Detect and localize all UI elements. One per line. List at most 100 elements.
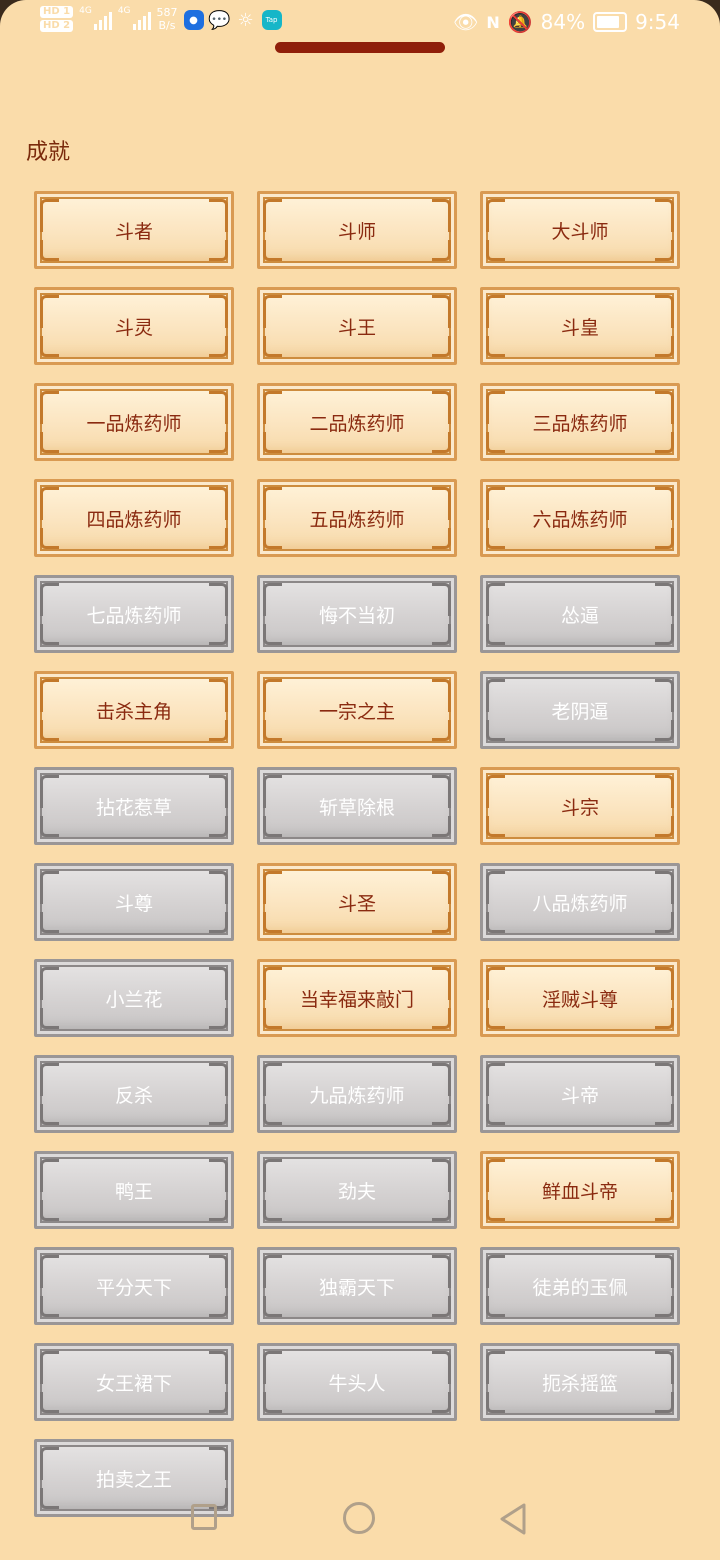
- achievement-tile[interactable]: 斗圣: [257, 863, 457, 941]
- tile-ornament-icon: [263, 1008, 282, 1029]
- achievement-tile[interactable]: 劲夫: [257, 1151, 457, 1229]
- achievement-tile[interactable]: 九品炼药师: [257, 1055, 457, 1133]
- achievement-label: 斗师: [337, 220, 376, 243]
- tile-ornament-icon: [263, 1255, 282, 1288]
- tile-ornament-icon: [486, 679, 505, 712]
- achievement-label: 斗圣: [337, 892, 376, 915]
- tile-ornament-icon: [486, 1255, 505, 1288]
- tile-ornament-icon: [655, 679, 674, 712]
- achievement-tile[interactable]: 老阴逼: [480, 671, 680, 749]
- achievement-tile[interactable]: 拈花惹草: [34, 767, 234, 845]
- achievement-tile[interactable]: 斗者: [34, 191, 234, 269]
- tile-ornament-icon: [655, 1063, 674, 1096]
- achievement-tile[interactable]: 三品炼药师: [480, 383, 680, 461]
- achievement-label: 鲜血斗帝: [541, 1180, 618, 1203]
- tile-ornament-icon: [655, 720, 674, 741]
- achievement-tile[interactable]: 四品炼药师: [34, 479, 234, 557]
- achievement-tile[interactable]: 鲜血斗帝: [480, 1151, 680, 1229]
- achievement-label: 七品炼药师: [86, 604, 182, 627]
- achievement-tile[interactable]: 大斗师: [480, 191, 680, 269]
- achievement-tile[interactable]: 鸭王: [34, 1151, 234, 1229]
- tile-ornament-icon: [486, 1008, 505, 1029]
- achievement-label: 大斗师: [551, 220, 609, 243]
- tile-ornament-icon: [263, 816, 282, 837]
- back-triangle-icon[interactable]: [498, 1502, 528, 1536]
- tile-ornament-icon: [263, 1296, 282, 1317]
- status-left: HD 1 HD 2 4G 4G 587 B/s ● 💬 ☼ Tap: [40, 6, 282, 32]
- sim-indicators: HD 1 HD 2: [40, 6, 74, 32]
- achievement-label: 平分天下: [95, 1276, 172, 1299]
- achievement-tile[interactable]: 斗灵: [34, 287, 234, 365]
- tile-ornament-icon: [40, 487, 59, 520]
- achievement-tile[interactable]: 六品炼药师: [480, 479, 680, 557]
- achievement-tile[interactable]: 斗师: [257, 191, 457, 269]
- eye-icon: 👁: [452, 10, 479, 34]
- achievement-tile[interactable]: 七品炼药师: [34, 575, 234, 653]
- tile-ornament-icon: [209, 1063, 228, 1096]
- home-circle-icon[interactable]: [343, 1502, 375, 1534]
- tile-ornament-icon: [432, 240, 451, 261]
- achievement-tile[interactable]: 斗皇: [480, 287, 680, 365]
- tile-ornament-icon: [40, 240, 59, 261]
- achievement-tile[interactable]: 悔不当初: [257, 575, 457, 653]
- achievement-label: 八品炼药师: [532, 892, 628, 915]
- tile-ornament-icon: [40, 1063, 59, 1096]
- tile-ornament-icon: [263, 1104, 282, 1125]
- tile-ornament-icon: [40, 295, 59, 328]
- tile-ornament-icon: [263, 871, 282, 904]
- achievement-label: 斗帝: [560, 1084, 599, 1107]
- tile-ornament-icon: [655, 487, 674, 520]
- recents-square-icon[interactable]: [191, 1504, 217, 1530]
- tile-ornament-icon: [263, 679, 282, 712]
- status-right: 👁 N 🔕 84% 9:54: [453, 10, 680, 34]
- tile-ornament-icon: [263, 528, 282, 549]
- achievement-tile[interactable]: 平分天下: [34, 1247, 234, 1325]
- tile-ornament-icon: [655, 1159, 674, 1192]
- achievement-tile[interactable]: 斗尊: [34, 863, 234, 941]
- achievement-tile[interactable]: 击杀主角: [34, 671, 234, 749]
- achievement-tile[interactable]: 二品炼药师: [257, 383, 457, 461]
- achievement-label: 悔不当初: [318, 604, 395, 627]
- tile-ornament-icon: [209, 391, 228, 424]
- tile-ornament-icon: [209, 1008, 228, 1029]
- achievement-tile[interactable]: 斗王: [257, 287, 457, 365]
- tile-ornament-icon: [655, 391, 674, 424]
- achievement-tile[interactable]: 八品炼药师: [480, 863, 680, 941]
- tile-ornament-icon: [486, 1296, 505, 1317]
- tile-ornament-icon: [40, 967, 59, 1000]
- achievement-tile[interactable]: 当幸福来敲门: [257, 959, 457, 1037]
- achievement-tile[interactable]: 反杀: [34, 1055, 234, 1133]
- achievement-tile[interactable]: 怂逼: [480, 575, 680, 653]
- achievement-tile[interactable]: 小兰花: [34, 959, 234, 1037]
- tile-ornament-icon: [40, 199, 59, 232]
- tile-ornament-icon: [655, 912, 674, 933]
- tile-ornament-icon: [40, 1008, 59, 1029]
- achievement-tile[interactable]: 斗帝: [480, 1055, 680, 1133]
- achievement-tile[interactable]: 斗宗: [480, 767, 680, 845]
- achievement-tile[interactable]: 淫贼斗尊: [480, 959, 680, 1037]
- tile-ornament-icon: [263, 1392, 282, 1413]
- tile-ornament-icon: [432, 871, 451, 904]
- achievement-label: 一宗之主: [318, 700, 395, 723]
- tile-ornament-icon: [40, 871, 59, 904]
- tile-ornament-icon: [209, 624, 228, 645]
- achievement-label: 反杀: [114, 1084, 153, 1107]
- achievement-tile[interactable]: 女王裙下: [34, 1343, 234, 1421]
- achievement-tile[interactable]: 扼杀摇篮: [480, 1343, 680, 1421]
- achievement-tile[interactable]: 独霸天下: [257, 1247, 457, 1325]
- achievement-tile[interactable]: 斩草除根: [257, 767, 457, 845]
- achievement-tile[interactable]: 五品炼药师: [257, 479, 457, 557]
- sheet-drag-handle[interactable]: [275, 42, 445, 53]
- achievement-tile[interactable]: 牛头人: [257, 1343, 457, 1421]
- achievement-tile[interactable]: 一宗之主: [257, 671, 457, 749]
- tile-ornament-icon: [209, 199, 228, 232]
- tile-ornament-icon: [209, 775, 228, 808]
- tile-ornament-icon: [432, 775, 451, 808]
- achievement-tile[interactable]: 一品炼药师: [34, 383, 234, 461]
- tile-ornament-icon: [486, 816, 505, 837]
- tile-ornament-icon: [209, 1351, 228, 1384]
- signal-2-icon: 4G: [118, 6, 151, 30]
- tile-ornament-icon: [209, 912, 228, 933]
- achievement-label: 三品炼药师: [532, 412, 628, 435]
- achievement-tile[interactable]: 徒弟的玉佩: [480, 1247, 680, 1325]
